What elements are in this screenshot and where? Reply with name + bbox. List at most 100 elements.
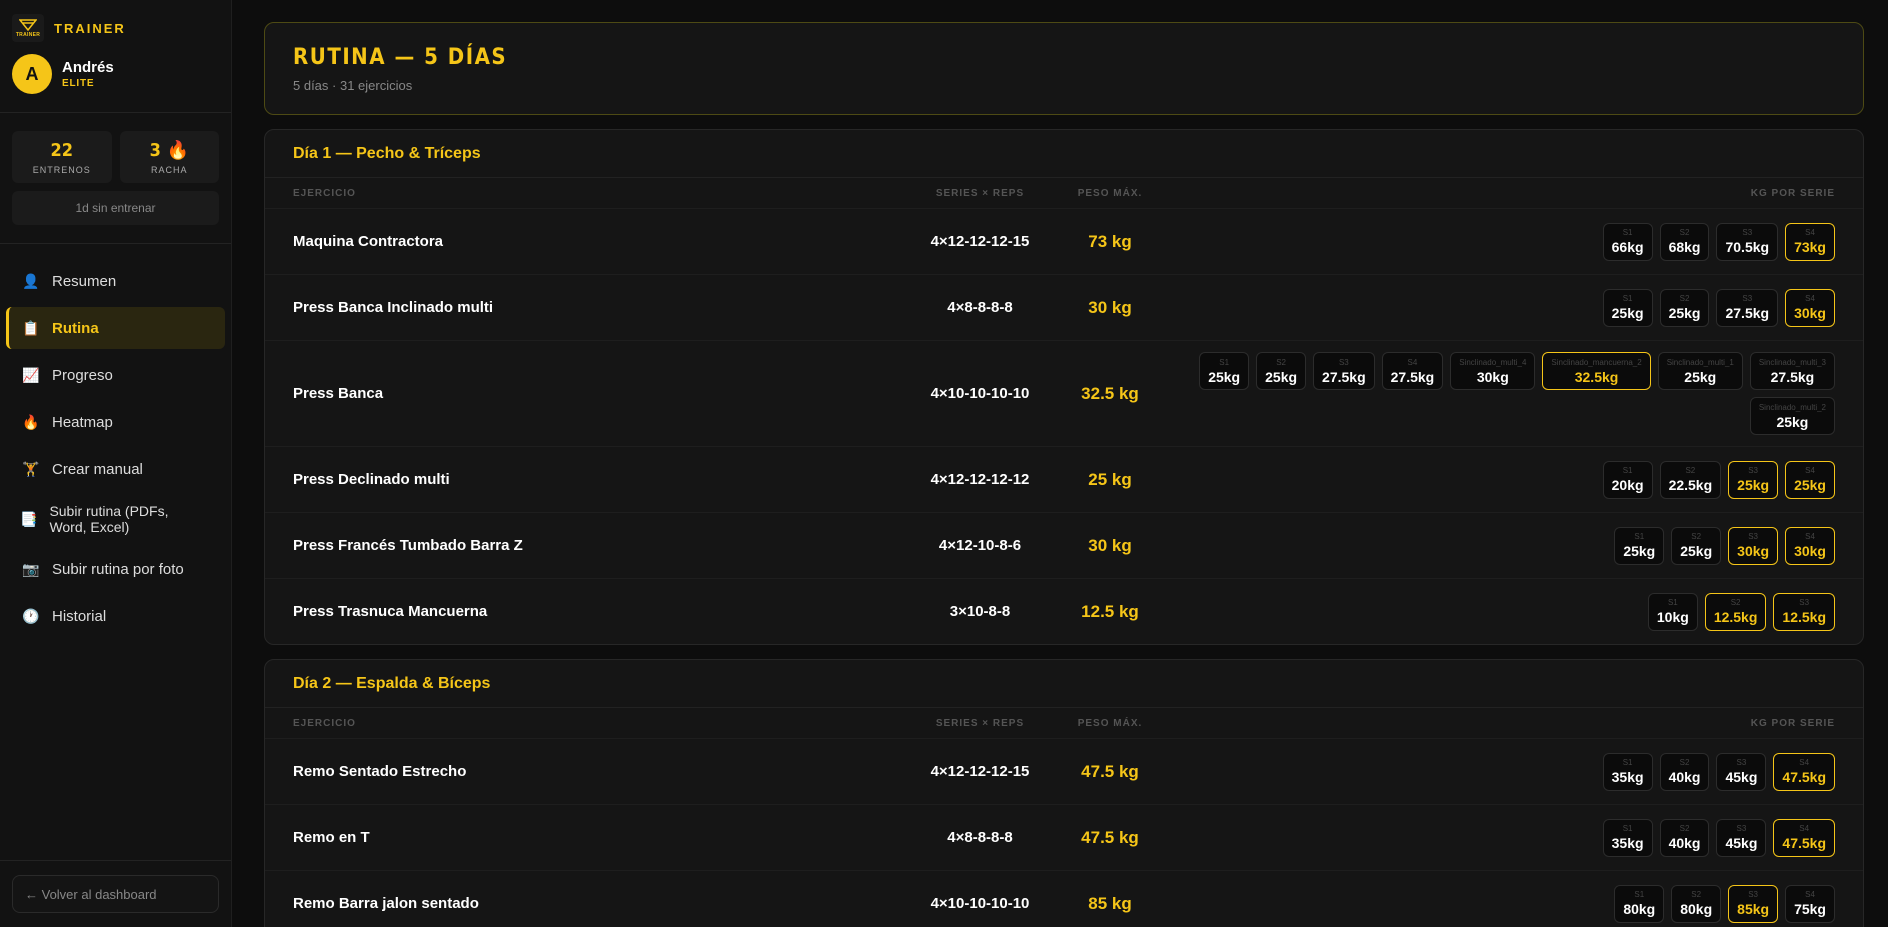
- set-label: S2: [1691, 532, 1702, 541]
- exercise-name: Remo Sentado Estrecho: [293, 763, 467, 780]
- set-label: S4: [1799, 824, 1810, 833]
- set-label: S1: [1634, 532, 1645, 541]
- set-chip: Sinclinado_multi_1 25kg: [1657, 352, 1743, 390]
- kg-per-series: S1 35kg S2 40kg S3 45kg S4 47.5kg: [1175, 752, 1835, 791]
- series-reps: 4×12-10-8-6: [938, 537, 1022, 554]
- sidebar-item-label: Subir rutina por foto: [52, 560, 184, 578]
- set-weight: 25kg: [1684, 368, 1717, 385]
- exercise-name: Press Banca: [293, 385, 384, 402]
- set-label: S2: [1679, 294, 1690, 303]
- set-label: S1: [1622, 294, 1633, 303]
- set-chip: S3 45kg: [1716, 818, 1767, 857]
- set-chip: S1 25kg: [1602, 288, 1653, 327]
- sidebar-item-crear[interactable]: 🏋 Crear manual: [6, 448, 225, 490]
- stat-entrenos: 22 ENTRENOS: [12, 131, 112, 183]
- sidebar-item-subir[interactable]: 📷 Subir rutina por foto: [6, 548, 225, 590]
- set-chips: S1 66kg S2 68kg S3 70.5kg S4 73kg: [1175, 222, 1835, 261]
- column-header-series: SERIES × REPS: [935, 717, 1025, 729]
- set-weight: 25kg: [1776, 413, 1809, 430]
- exercise-row[interactable]: Press Declinado multi 4×12-12-12-12 25 kg S…: [265, 446, 1863, 512]
- set-weight: 27.5kg: [1725, 305, 1770, 321]
- set-label: S2: [1691, 890, 1702, 899]
- user-level: ELITE: [62, 78, 95, 89]
- set-chips: S1 20kg S2 22.5kg S3 25kg S4 25kg: [1175, 460, 1835, 499]
- set-weight: 70.5kg: [1725, 239, 1770, 255]
- exercise-row[interactable]: Maquina Contractora 4×12-12-12-15 73 kg S1 6…: [265, 208, 1863, 274]
- sidebar-item-heatmap[interactable]: 🔥 Heatmap: [6, 401, 225, 443]
- set-chip: S3 27.5kg: [1716, 288, 1779, 327]
- table-header: EJERCICIO SERIES × REPS PESO MÁX. KG POR SE…: [265, 708, 1863, 738]
- sidebar-item-label: Resumen: [52, 272, 117, 290]
- set-chip: S2 68kg: [1659, 222, 1710, 261]
- series-reps: 4×8-8-8-8: [947, 299, 1013, 316]
- max-weight: 30 kg: [1088, 297, 1132, 317]
- set-chip: Sinclinado_multi_4 30kg: [1450, 352, 1536, 390]
- days-since-training: 1d sin entrenar: [12, 191, 219, 225]
- exercise-row[interactable]: Press Banca 4×10-10-10-10 32.5 kg S1 25kg S2 2…: [265, 340, 1863, 446]
- set-label: S4: [1805, 228, 1815, 237]
- set-chips: S1 35kg S2 40kg S3 45kg S4 47.5kg: [1175, 818, 1835, 857]
- set-label: S1: [1219, 357, 1230, 367]
- set-label: S3: [1742, 228, 1753, 237]
- sidebar-item-resumen[interactable]: 👤 Resumen: [6, 260, 225, 302]
- series-reps: 3×10-8-8: [949, 603, 1011, 620]
- set-chip: S1 25kg: [1199, 352, 1250, 390]
- exercise-row[interactable]: Press Francés Tumbado Barra Z 4×12-10-8-6…: [265, 512, 1863, 578]
- exercise-name: Press Trasnuca Mancuerna: [293, 603, 488, 620]
- max-weight: 25 kg: [1088, 469, 1132, 489]
- logo-text: TRAINER: [15, 31, 41, 38]
- set-label: S2: [1679, 228, 1690, 237]
- set-label: S4: [1805, 294, 1815, 303]
- set-label: S1: [1622, 466, 1633, 475]
- column-header-peso: PESO MÁX.: [1077, 187, 1143, 199]
- set-chip: S3 25kg: [1728, 460, 1779, 499]
- set-weight: 10kg: [1656, 609, 1689, 625]
- sidebar-item-progreso[interactable]: 📈 Progreso: [6, 354, 225, 396]
- series-reps: 4×10-10-10-10: [930, 895, 1030, 912]
- set-weight: 25kg: [1208, 368, 1241, 385]
- set-label: S3: [1748, 890, 1759, 899]
- set-weight: 35kg: [1611, 769, 1644, 785]
- exercise-name: Press Declinado multi: [293, 471, 450, 488]
- day-title: Día 1 — Pecho & Tríceps: [265, 130, 1863, 178]
- set-chip: Sinclinado_mancuerna_2 32.5kg: [1542, 352, 1651, 390]
- back-to-dashboard-button[interactable]: ← Volver al dashboard: [12, 875, 219, 913]
- set-chips: S1 35kg S2 40kg S3 45kg S4 47.5kg: [1175, 752, 1835, 791]
- exercise-name: Press Francés Tumbado Barra Z: [293, 537, 523, 554]
- set-weight: 80kg: [1680, 901, 1713, 917]
- set-chip: S2 25kg: [1256, 352, 1307, 390]
- kg-per-series: S1 25kg S2 25kg S3 27.5kg S4 27.5kg Sinclinado_m…: [1175, 352, 1835, 435]
- set-weight: 25kg: [1668, 305, 1701, 321]
- set-weight: 85kg: [1737, 901, 1770, 917]
- stat-label: RACHA: [150, 164, 188, 175]
- set-chip: Sinclinado_multi_2 25kg: [1749, 397, 1835, 435]
- set-weight: 22.5kg: [1668, 477, 1713, 493]
- sidebar-item-subir[interactable]: 📑 Subir rutina (PDFs, Word, Excel): [6, 495, 225, 543]
- max-weight: 47.5 kg: [1081, 761, 1139, 781]
- sidebar-item-historial[interactable]: 🕐 Historial: [6, 595, 225, 637]
- set-label: S4: [1799, 758, 1810, 767]
- max-weight: 32.5 kg: [1081, 383, 1139, 403]
- set-weight: 30kg: [1794, 305, 1826, 321]
- set-label: S1: [1622, 824, 1633, 833]
- clock-icon: 🕐: [22, 607, 40, 624]
- set-chip: S2 40kg: [1659, 818, 1710, 857]
- set-chip: S2 80kg: [1671, 884, 1722, 923]
- exercise-row[interactable]: Remo en T 4×8-8-8-8 47.5 kg S1 35kg S2 40kg S3 4…: [265, 804, 1863, 870]
- exercise-row[interactable]: Press Banca Inclinado multi 4×8-8-8-8 30 k…: [265, 274, 1863, 340]
- set-label: S4: [1407, 357, 1418, 367]
- sidebar-item-rutina[interactable]: 📋 Rutina: [6, 307, 225, 349]
- day-card: Día 2 — Espalda & Bíceps EJERCICIO SERIES …: [264, 659, 1864, 927]
- stats: 22 ENTRENOS 3 🔥 RACHA: [0, 113, 231, 191]
- days-list: Día 1 — Pecho & Tríceps EJERCICIO SERIES ×…: [264, 129, 1864, 927]
- set-chip: S4 27.5kg: [1381, 352, 1444, 390]
- exercise-row[interactable]: Press Trasnuca Mancuerna 3×10-8-8 12.5 kg S…: [265, 578, 1863, 644]
- set-chips: S1 10kg S2 12.5kg S3 12.5kg: [1175, 592, 1835, 631]
- exercise-row[interactable]: Remo Sentado Estrecho 4×12-12-12-15 47.5 k…: [265, 738, 1863, 804]
- set-chips: S1 25kg S2 25kg S3 27.5kg S4 30kg: [1175, 288, 1835, 327]
- set-label: S3: [1736, 824, 1747, 833]
- exercise-row[interactable]: Remo Barra jalon sentado 4×10-10-10-10 85 …: [265, 870, 1863, 927]
- set-weight: 25kg: [1737, 477, 1770, 493]
- column-header-kg: KG POR SERIE: [1750, 187, 1835, 199]
- column-header-kg: KG POR SERIE: [1750, 717, 1835, 729]
